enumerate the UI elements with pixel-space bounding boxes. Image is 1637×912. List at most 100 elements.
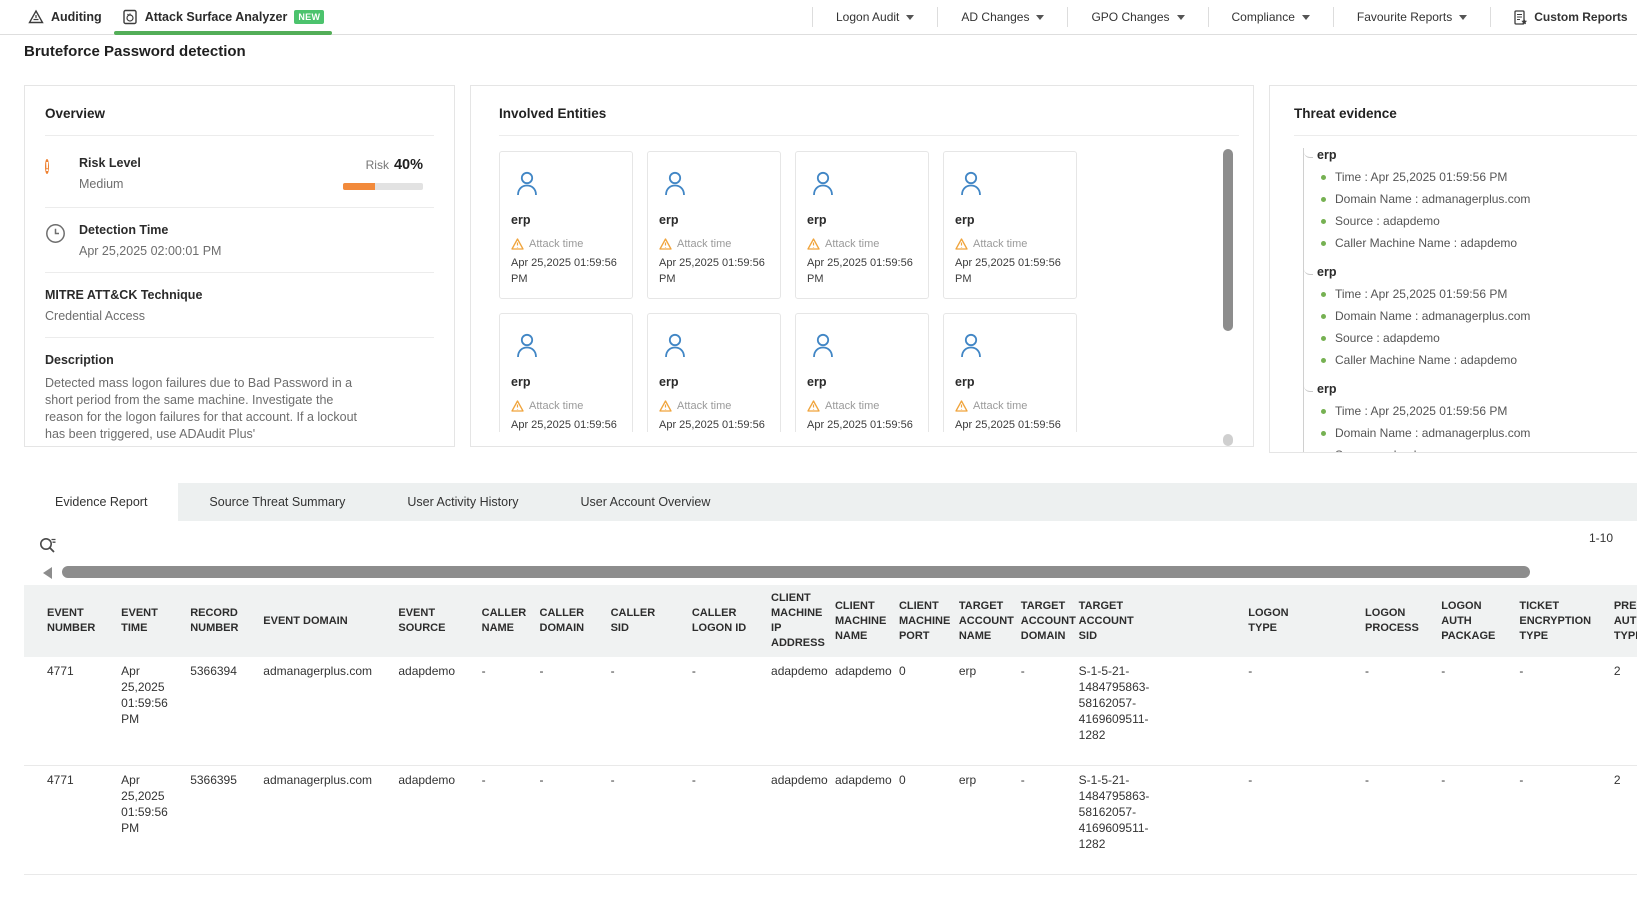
menu-favourite-reports[interactable]: Favourite Reports [1334,10,1490,24]
table-row[interactable]: 4771Apr 25,2025 01:59:56 PM5366394admana… [24,657,1637,766]
vertical-scrollbar-track[interactable] [1223,434,1233,446]
attack-time-label: Attack time [529,400,583,412]
attack-time-label: Attack time [677,238,731,250]
evidence-item: Time : Apr 25,2025 01:59:56 PM [1317,171,1637,184]
table-cell: 2 [1592,657,1637,766]
entity-name: erp [955,375,1065,389]
column-header[interactable]: EVENT SOURCE [376,585,459,657]
attack-time-value: Apr 25,2025 01:59:56 PM [659,417,769,432]
attack-time-value: Apr 25,2025 01:59:56 PM [955,255,1065,287]
column-header[interactable]: EVENT TIME [99,585,168,657]
table-cell: 4771 [24,766,99,875]
attack-time-value: Apr 25,2025 01:59:56 PM [511,417,621,432]
horizontal-scrollbar-thumb[interactable] [62,566,1530,578]
column-header-label: EVENT TIME [121,606,168,636]
column-header[interactable]: LOGON AUTH PACKAGE [1419,585,1497,657]
table-cell-value: 4771 [47,773,74,787]
table-cell: 2 [1592,766,1637,875]
report-tab-evidence-report[interactable]: Evidence Report [24,483,178,521]
table-cell: erp [937,657,999,766]
table-cell-value: - [540,664,544,678]
entity-card[interactable]: erp Attack time Apr 25,2025 01:59:56 PM [795,151,929,299]
table-cell: S-1-5-21-1484795863-58162057-4169609511-… [1057,657,1227,766]
menu-compliance[interactable]: Compliance [1209,10,1333,24]
attack-time-value: Apr 25,2025 01:59:56 PM [807,255,917,287]
column-header[interactable]: LOGON PROCESS [1343,585,1419,657]
attack-time-value: Apr 25,2025 01:59:56 PM [511,255,621,287]
risk-word: Risk [366,158,389,172]
column-header[interactable]: PRE AUTHENTICATION TYPE [1592,585,1637,657]
table-cell-value: - [1021,664,1025,678]
table-cell-value: S-1-5-21-1484795863-58162057-4169609511-… [1079,772,1149,852]
column-header[interactable]: EVENT DOMAIN [241,585,376,657]
entity-card[interactable]: erp Attack time Apr 25,2025 01:59:56 PM [647,313,781,432]
mitre-label: MITRE ATT&CK Technique [45,288,434,302]
entity-card[interactable]: erp Attack time Apr 25,2025 01:59:56 PM [795,313,929,432]
tab-label: Attack Surface Analyzer [145,10,288,24]
column-header[interactable]: CALLER SID [589,585,670,657]
overview-panel: Overview ! Risk Level Medium Risk40% Det… [24,85,455,447]
column-header[interactable]: CLIENT MACHINE IP ADDRESS [749,585,813,657]
attack-time-label: Attack time [973,238,1027,250]
table-cell: adapdemo [376,766,459,875]
entity-card[interactable]: erp Attack time Apr 25,2025 01:59:56 PM [943,313,1077,432]
entity-card[interactable]: erp Attack time Apr 25,2025 01:59:56 PM [943,151,1077,299]
table-cell: - [670,657,749,766]
table-cell-value: - [1441,664,1445,678]
table-cell-value: - [611,773,615,787]
menu-label: Favourite Reports [1357,10,1452,24]
table-cell: adapdemo [749,766,813,875]
column-header[interactable]: CALLER LOGON ID [670,585,749,657]
column-header[interactable]: LOGON TYPE [1226,585,1343,657]
warning-triangle-icon [511,238,524,250]
menu-gpo-changes[interactable]: GPO Changes [1068,10,1207,24]
column-header-label: CALLER SID [611,606,670,636]
attack-time-value: Apr 25,2025 01:59:56 PM [659,255,769,287]
evidence-group: erp Time : Apr 25,2025 01:59:56 PMDomain… [1304,382,1637,453]
search-filter-icon[interactable] [38,535,58,555]
report-tab-user-account-overview[interactable]: User Account Overview [550,483,742,521]
risk-progress-bar [343,183,423,190]
entity-card[interactable]: erp Attack time Apr 25,2025 01:59:56 PM [647,151,781,299]
menu-custom-reports[interactable]: Custom Reports [1491,10,1627,25]
column-header[interactable]: EVENT NUMBER [24,585,99,657]
tab-attack-surface-analyzer[interactable]: Attack Surface Analyzer NEW [112,0,335,34]
table-row[interactable]: 4771Apr 25,2025 01:59:56 PM5366395admana… [24,766,1637,875]
menu-ad-changes[interactable]: AD Changes [938,10,1067,24]
tab-auditing[interactable]: Auditing [18,0,112,34]
active-tab-underline [114,31,333,35]
table-cell: - [1497,657,1591,766]
threat-evidence-panel: Threat evidence erp Time : Apr 25,2025 0… [1269,85,1637,453]
threat-evidence-title: Threat evidence [1294,106,1637,121]
evidence-item: Caller Machine Name : adapdemo [1317,354,1637,367]
table-cell-value: - [482,773,486,787]
table-cell-value: - [692,664,696,678]
entity-card[interactable]: erp Attack time Apr 25,2025 01:59:56 PM [499,151,633,299]
report-tab-source-threat-summary[interactable]: Source Threat Summary [178,483,376,521]
evidence-item: Source : adapdemo [1317,449,1637,453]
attack-time-value: Apr 25,2025 01:59:56 PM [955,417,1065,432]
table-cell-value: - [482,664,486,678]
attack-time-label: Attack time [825,400,879,412]
column-header-label: EVENT DOMAIN [263,614,347,629]
table-cell-value: Apr 25,2025 01:59:56 PM [121,773,168,835]
detection-time-value: Apr 25,2025 02:00:01 PM [79,244,221,258]
table-cell-value: 2 [1614,773,1621,787]
vertical-scrollbar[interactable] [1223,149,1233,331]
entity-name: erp [807,375,917,389]
table-cell: admanagerplus.com [241,766,376,875]
menu-logon-audit[interactable]: Logon Audit [813,10,937,24]
report-tabbar: Evidence ReportSource Threat SummaryUser… [24,483,1637,521]
entity-card[interactable]: erp Attack time Apr 25,2025 01:59:56 PM [499,313,633,432]
column-header[interactable]: CALLER NAME [460,585,518,657]
chevron-down-icon [1302,15,1310,20]
involved-entities-title: Involved Entities [499,106,1239,121]
column-header[interactable]: RECORD NUMBER [168,585,241,657]
column-header[interactable]: TICKET ENCRYPTION TYPE [1497,585,1591,657]
report-tab-user-activity-history[interactable]: User Activity History [376,483,549,521]
column-header[interactable]: CALLER DOMAIN [518,585,589,657]
scroll-left-arrow[interactable] [43,567,52,579]
table-cell: Apr 25,2025 01:59:56 PM [99,657,168,766]
column-header[interactable]: TARGET ACCOUNT SID [1057,585,1227,657]
attack-time-label: Attack time [973,400,1027,412]
